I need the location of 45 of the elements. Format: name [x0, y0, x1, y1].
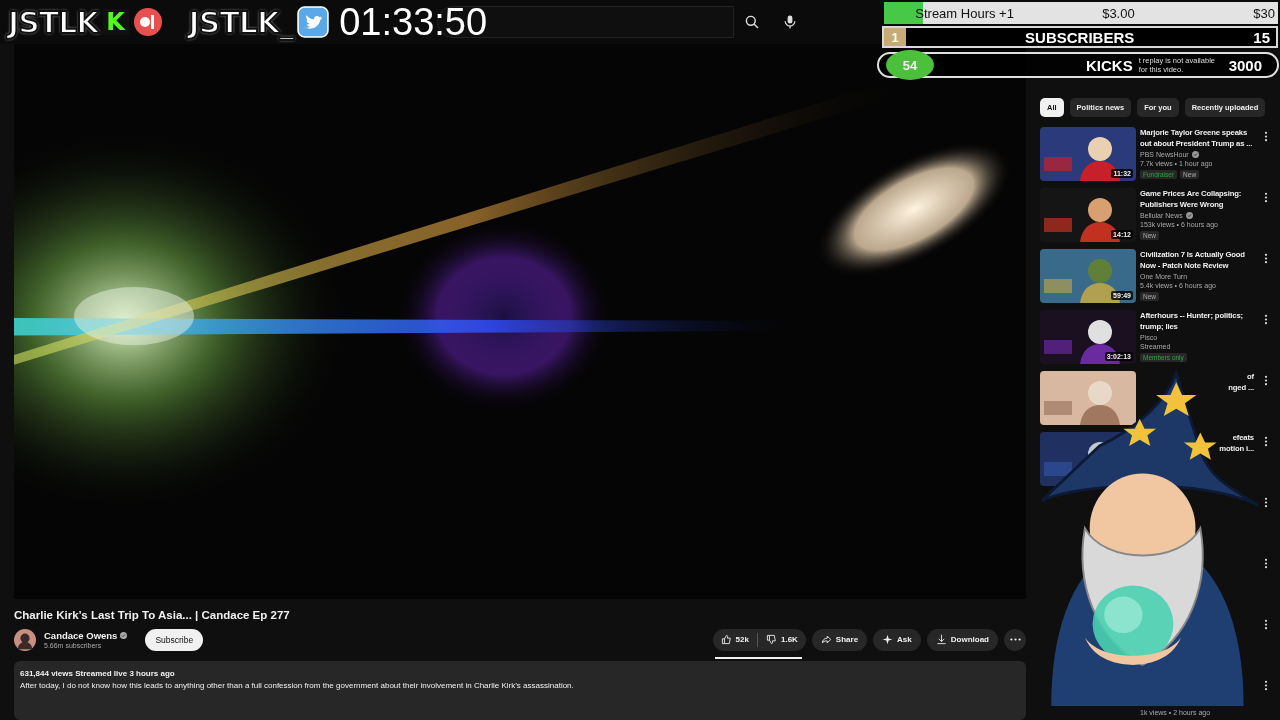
like-button[interactable]: 52k — [720, 634, 749, 646]
goal-amount: $3.00 — [1102, 5, 1136, 21]
share-icon — [820, 634, 832, 646]
kick-logo-icon: K — [102, 9, 129, 35]
more-icon[interactable] — [1264, 253, 1268, 264]
like-dislike-control[interactable]: 52k 1.6K — [712, 628, 806, 651]
view-stats: 631,844 views Streamed live 3 hours ago — [20, 669, 176, 679]
goal-target: $30 — [1253, 5, 1275, 21]
more-icon[interactable] — [1264, 436, 1268, 447]
video-title: Charlie Kirk’s Last Trip To Asia... | Candace Ep 277 — [14, 608, 291, 621]
description-panel[interactable]: 631,844 views Streamed live 3 hours ago After today, I do not know how this leads to anything other than a full confession from the government about their involvement in Charlie Kirk’s assassination. — [14, 661, 1026, 720]
thumbs-up-icon — [720, 634, 732, 646]
search-icon[interactable] — [744, 14, 761, 30]
more-icon — [1009, 638, 1021, 642]
goal-count: 1 — [884, 28, 906, 46]
ask-button[interactable]: Ask — [873, 628, 921, 651]
more-icon[interactable] — [1264, 131, 1268, 142]
more-icon[interactable] — [1264, 680, 1268, 691]
more-icon[interactable] — [1264, 192, 1268, 203]
stream-timer: 01:33:50 — [339, 0, 488, 44]
more-icon[interactable] — [1264, 619, 1268, 630]
more-icon[interactable] — [1264, 314, 1268, 325]
channel-name[interactable]: Candace Owens — [44, 630, 118, 642]
dislike-button[interactable]: 1.6K — [765, 634, 798, 646]
bird-icon — [297, 6, 330, 38]
goal-target: 15 — [1253, 28, 1270, 46]
more-button[interactable] — [1004, 628, 1026, 651]
thumbs-down-icon — [765, 634, 777, 646]
more-icon[interactable] — [1264, 375, 1268, 386]
download-button[interactable]: Download — [926, 628, 998, 651]
record-icon — [132, 7, 163, 37]
more-icon[interactable] — [1264, 497, 1268, 508]
subscribe-button[interactable]: Subscribe — [145, 628, 204, 651]
description-text: After today, I do not know how this leads to anything other than a full confession from the government about their involvement in Charlie Kirk’s assassination. — [20, 681, 575, 691]
goal-count: 54 — [886, 50, 934, 80]
goal-label: SUBSCRIBERS — [1024, 28, 1136, 46]
goal-target: 3000 — [1228, 56, 1262, 74]
sparkle-icon — [882, 634, 894, 646]
brand-logo-text: JSTLK_ — [188, 4, 294, 40]
more-icon[interactable] — [1264, 558, 1268, 569]
channel-avatar[interactable] — [14, 628, 36, 651]
download-icon — [935, 634, 947, 646]
goal-label: KICKS — [1086, 56, 1133, 74]
share-button[interactable]: Share — [811, 628, 868, 651]
brand-logo-text: JSTLK — [8, 4, 99, 40]
